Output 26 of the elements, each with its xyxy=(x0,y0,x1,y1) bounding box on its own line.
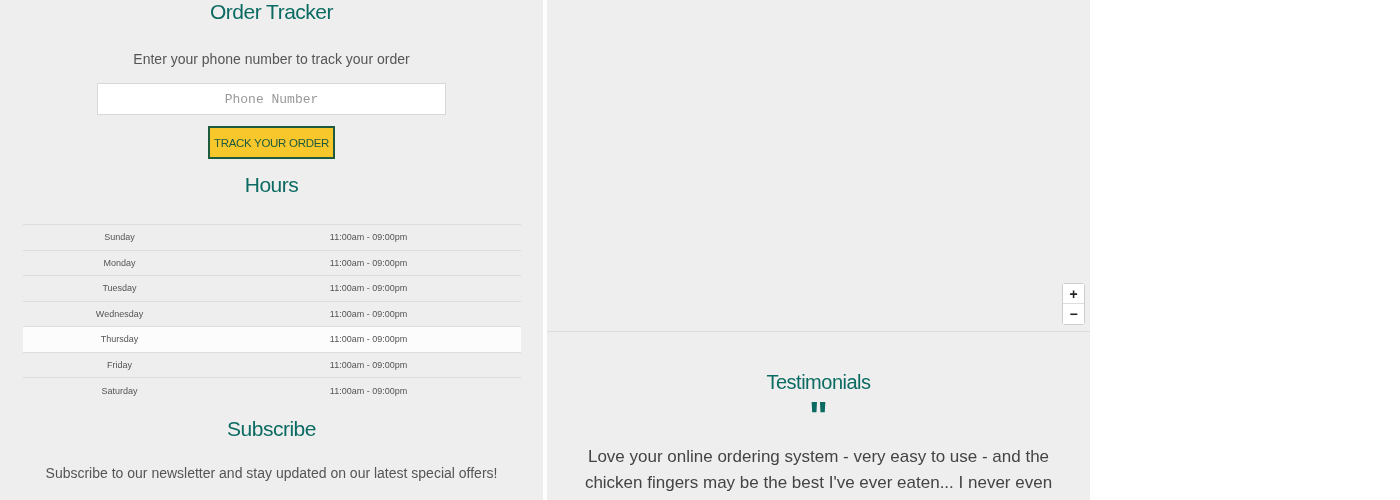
time-cell-text: 11:00am - 09:00pm xyxy=(328,257,409,268)
day-cell-text: Sunday xyxy=(103,232,136,243)
day-cell-text: Saturday xyxy=(100,385,139,396)
day-cell-text: Thursday xyxy=(99,334,140,345)
time-cell-text: 11:00am - 09:00pm xyxy=(328,232,409,243)
day-cell-text: Wednesday xyxy=(94,308,145,319)
phone-input-field[interactable]: Phone Number xyxy=(97,83,446,115)
section-title: Hours xyxy=(244,172,299,198)
testimonial-text: Love your online ordering system - very easy to use - and the chicken fingers may be the best I've ever eaten... I never even xyxy=(583,446,1054,494)
zoom-in-button[interactable]: + xyxy=(1063,284,1084,304)
quote-mark: " xyxy=(809,396,828,436)
day-cell-text: Monday xyxy=(102,257,137,268)
track-order-button[interactable]: TRACK YOUR ORDER xyxy=(208,126,335,159)
section-title: Order Tracker xyxy=(210,0,333,24)
time-cell-text: 11:00am - 09:00pm xyxy=(328,283,409,294)
description-text: Enter your phone number to track your order xyxy=(133,51,410,67)
time-cell-text: 11:00am - 09:00pm xyxy=(328,308,409,319)
day-cell-text: Friday xyxy=(106,359,133,370)
time-cell-text: 11:00am - 09:00pm xyxy=(328,359,409,370)
description-text: Subscribe to our newsletter and stay updated on our latest special offers! xyxy=(45,464,498,481)
section-title: Testimonials xyxy=(766,370,871,394)
time-cell-text: 11:00am - 09:00pm xyxy=(328,334,409,345)
map-area[interactable]: + − xyxy=(547,0,1090,332)
day-cell-text: Tuesday xyxy=(101,283,138,294)
time-cell-text: 11:00am - 09:00pm xyxy=(328,385,409,396)
section-title: Subscribe xyxy=(227,415,316,442)
